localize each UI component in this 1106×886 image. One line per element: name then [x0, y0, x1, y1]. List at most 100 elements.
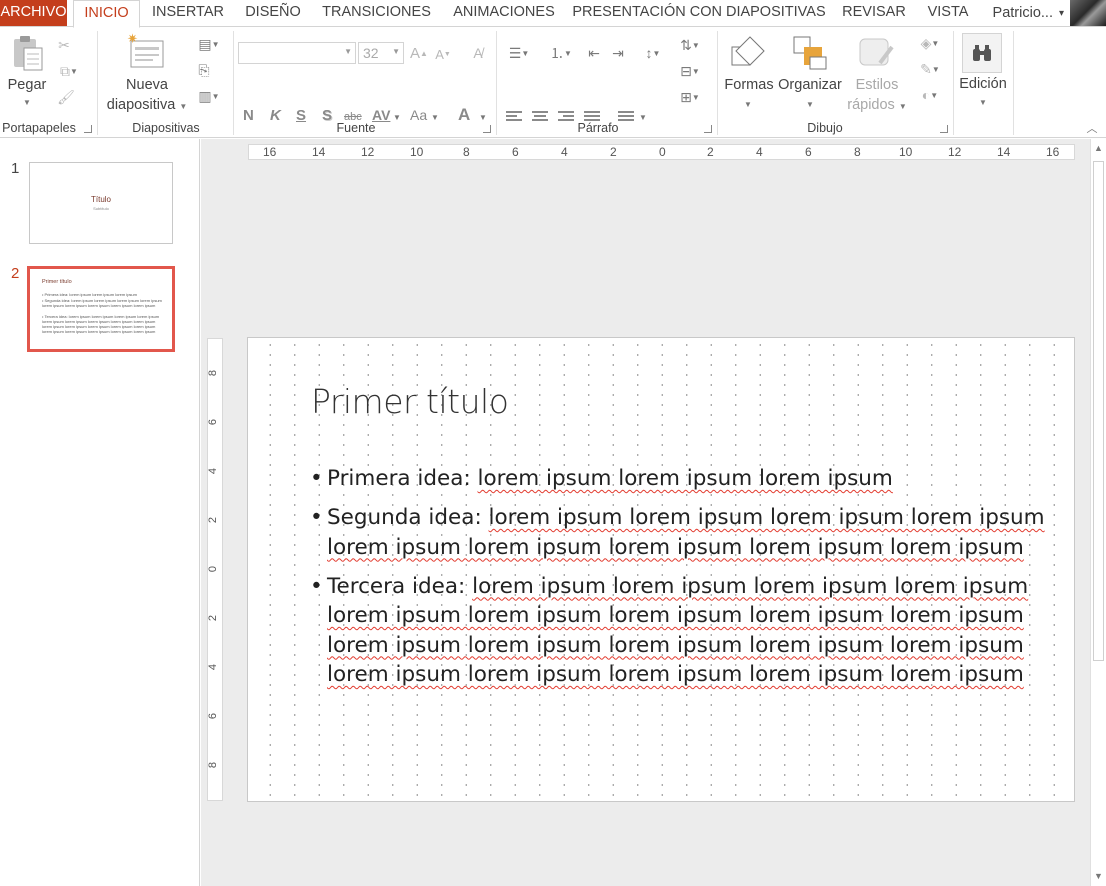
- ruler-label: 8: [463, 145, 470, 159]
- chevron-down-icon[interactable]: ▼: [742, 99, 754, 109]
- horizontal-ruler: 16 14 12 10 8 6 4 2 0 2 4 6 8 10 12 14 1…: [248, 144, 1075, 160]
- shapes-button[interactable]: Formas: [722, 77, 776, 93]
- shrink-font-icon[interactable]: A ▼: [434, 45, 452, 63]
- vertical-scrollbar[interactable]: ▲ ▼: [1090, 139, 1106, 886]
- section-icon[interactable]: ▥ ▼: [192, 87, 226, 105]
- align-text-icon[interactable]: ⊟ ▼: [676, 61, 704, 81]
- drawing-launcher-icon[interactable]: [940, 125, 948, 133]
- tab-presentacion[interactable]: PRESENTACIÓN CON DIAPOSITIVAS: [572, 0, 826, 26]
- vertical-ruler: 8 6 4 2 0 2 4 6 8: [207, 338, 223, 801]
- new-slide-button[interactable]: diapositiva ▼: [102, 97, 192, 113]
- ruler-label: 4: [207, 663, 220, 671]
- clipboard-launcher-icon[interactable]: [84, 125, 92, 133]
- shapes-icon[interactable]: [728, 33, 768, 73]
- ruler-label: 14: [997, 145, 1011, 159]
- ruler-label: 2: [610, 145, 617, 159]
- group-label-paragraph: Párrafo: [577, 121, 619, 135]
- smartart-icon[interactable]: ⊞ ▼: [676, 87, 704, 107]
- paste-button[interactable]: Pegar: [4, 77, 50, 93]
- bullets-icon[interactable]: ☰ ▼: [502, 43, 536, 63]
- paste-icon[interactable]: [8, 33, 48, 73]
- chevron-down-icon[interactable]: ▼: [478, 111, 488, 123]
- ribbon-tab-bar: ARCHIVO INICIO INSERTAR DISEÑO TRANSICIO…: [0, 0, 1106, 28]
- new-slide-label-2: diapositiva: [106, 97, 176, 113]
- find-binoculars-icon[interactable]: [962, 33, 1002, 73]
- clear-format-icon[interactable]: A̸: [468, 43, 488, 63]
- bullet-item[interactable]: Segunda idea: lorem ipsum lorem ipsum lo…: [310, 503, 1050, 562]
- scroll-down-icon[interactable]: ▼: [1094, 871, 1103, 881]
- quick-styles-label-1[interactable]: Estilos: [846, 77, 908, 93]
- thumbnail-bullet: • Segunda idea: lorem ipsum lorem ipsum …: [42, 298, 162, 308]
- ruler-label: 16: [263, 145, 277, 159]
- ruler-label: 4: [207, 467, 220, 475]
- thumbnail-bullet: • Tercera idea: lorem ipsum lorem ipsum …: [42, 314, 160, 334]
- quick-styles-button[interactable]: rápidos ▼: [842, 97, 912, 113]
- text-direction-icon[interactable]: ⇅ ▼: [676, 35, 704, 55]
- layout-icon[interactable]: ▤ ▼: [192, 35, 226, 53]
- bullet-item[interactable]: Tercera idea: lorem ipsum lorem ipsum lo…: [310, 572, 1050, 690]
- ruler-label: 4: [756, 145, 763, 159]
- tab-vista[interactable]: VISTA: [920, 0, 976, 26]
- chevron-down-icon: ▾: [1058, 7, 1064, 19]
- numbering-icon[interactable]: ⒈ ▼: [544, 43, 578, 63]
- chevron-down-icon: ▼: [898, 102, 907, 111]
- slide-thumbnail-1[interactable]: Título Subtítulo: [29, 162, 173, 244]
- reset-slide-icon[interactable]: ⎘: [192, 61, 216, 79]
- arrange-icon[interactable]: [790, 33, 830, 73]
- slide-thumbnail-2[interactable]: Primer título • Primera idea: lorem ipsu…: [27, 266, 175, 352]
- group-divider: [97, 31, 98, 135]
- ruler-label: 2: [207, 614, 220, 622]
- paragraph-launcher-icon[interactable]: [704, 125, 712, 133]
- font-launcher-icon[interactable]: [483, 125, 491, 133]
- ruler-label: 8: [207, 369, 220, 377]
- slide-canvas[interactable]: Primer título Primera idea: lorem ipsum …: [247, 337, 1075, 802]
- ruler-label: 0: [659, 145, 666, 159]
- font-name-field[interactable]: ▼: [238, 42, 356, 64]
- tab-insertar[interactable]: INSERTAR: [147, 0, 229, 26]
- shape-outline-icon[interactable]: ✎ ▼: [914, 59, 946, 79]
- slide-title[interactable]: Primer título: [311, 382, 509, 421]
- ruler-label: 16: [1046, 145, 1060, 159]
- shape-fill-icon[interactable]: ◈ ▼: [914, 33, 946, 53]
- tab-diseno[interactable]: DISEÑO: [238, 0, 308, 26]
- bullet-text: lorem ipsum lorem ipsum lorem ipsum: [477, 466, 893, 491]
- increase-indent-icon[interactable]: ⇥: [608, 43, 628, 63]
- tab-animaciones[interactable]: ANIMACIONES: [446, 0, 562, 26]
- tab-transiciones[interactable]: TRANSICIONES: [318, 0, 435, 26]
- shape-effects-icon[interactable]: ◐ ▼: [914, 85, 946, 105]
- ruler-label: 2: [207, 516, 220, 524]
- new-slide-label[interactable]: Nueva: [112, 77, 182, 93]
- grow-font-icon[interactable]: A ▲: [410, 44, 428, 62]
- chevron-down-icon: ▼: [392, 47, 400, 56]
- line-spacing-icon[interactable]: ↕ ▼: [636, 43, 670, 63]
- quick-styles-icon[interactable]: [856, 33, 896, 73]
- scroll-up-icon[interactable]: ▲: [1094, 143, 1103, 153]
- group-label-font: Fuente: [336, 121, 376, 135]
- cut-icon[interactable]: ✂: [54, 35, 74, 55]
- decrease-indent-icon[interactable]: ⇤: [584, 43, 604, 63]
- tab-archivo[interactable]: ARCHIVO: [0, 0, 67, 26]
- font-size-field[interactable]: 32 ▼: [358, 42, 404, 64]
- editing-button[interactable]: Edición: [956, 76, 1010, 92]
- bullet-item[interactable]: Primera idea: lorem ipsum lorem ipsum lo…: [310, 464, 1050, 494]
- collapse-ribbon-icon[interactable]: ︿: [1084, 121, 1100, 135]
- ruler-label: 4: [561, 145, 568, 159]
- arrange-button[interactable]: Organizar: [776, 77, 844, 93]
- slide-body-placeholder[interactable]: Primera idea: lorem ipsum lorem ipsum lo…: [310, 464, 1050, 699]
- ruler-label: 10: [410, 145, 424, 159]
- scrollbar-thumb[interactable]: [1093, 161, 1104, 661]
- user-account[interactable]: Patricio... ▾: [993, 0, 1106, 26]
- format-painter-icon[interactable]: 🖌: [54, 87, 78, 107]
- chevron-down-icon[interactable]: ▼: [20, 97, 34, 107]
- new-slide-icon[interactable]: ✷: [124, 31, 168, 71]
- ruler-label: 6: [207, 418, 220, 426]
- chevron-down-icon[interactable]: ▼: [804, 99, 816, 109]
- copy-icon[interactable]: ⧉ ▼: [54, 61, 84, 81]
- tab-inicio[interactable]: INICIO: [73, 0, 140, 28]
- bullet-label: Segunda idea:: [327, 505, 482, 530]
- ruler-label: 0: [207, 565, 220, 573]
- chevron-down-icon[interactable]: ▼: [977, 97, 989, 107]
- group-divider: [1013, 31, 1014, 135]
- tab-revisar[interactable]: REVISAR: [836, 0, 912, 26]
- group-label-clipboard: Portapapeles: [2, 121, 76, 135]
